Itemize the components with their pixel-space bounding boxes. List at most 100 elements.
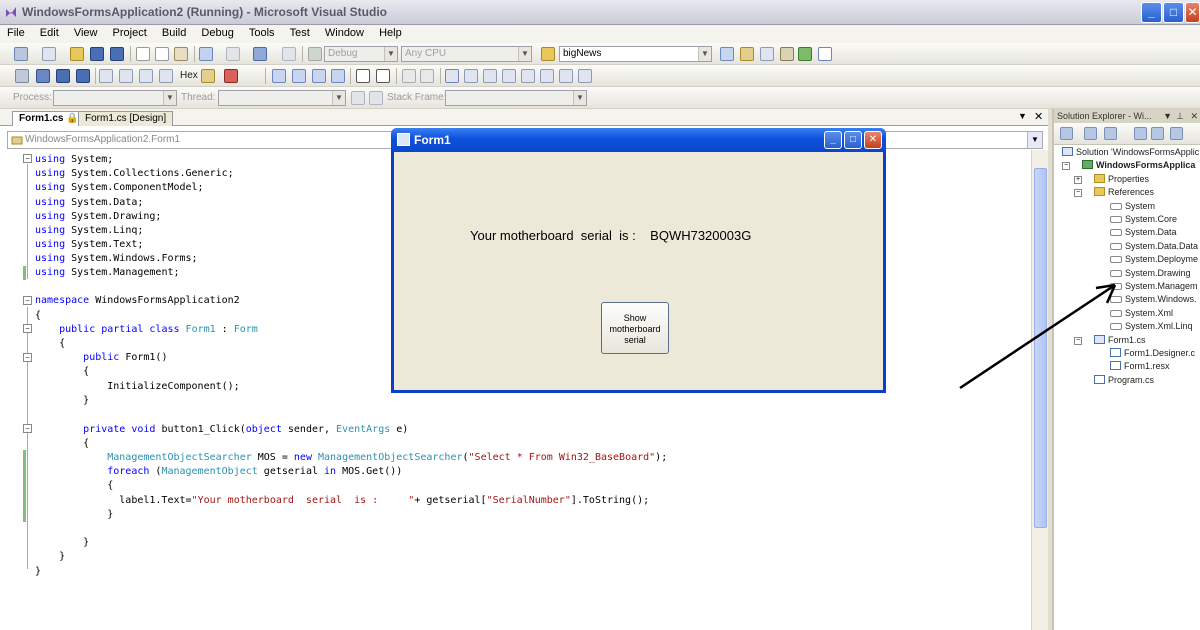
tree-item[interactable]: References [1094,187,1154,197]
code-line[interactable]: { [35,365,89,379]
tree-item[interactable]: WindowsFormsApplica [1082,160,1195,170]
collapse-icon[interactable]: − [23,324,32,333]
solution-explorer-icon[interactable] [740,47,754,61]
continue-icon[interactable] [15,69,29,83]
step-out-icon[interactable] [159,69,173,83]
code-line[interactable]: } [35,536,89,550]
collapse-icon[interactable]: − [1074,189,1082,198]
prev-bookmark-doc-icon[interactable] [540,69,554,83]
cut-icon[interactable] [136,47,150,61]
minimize-button[interactable]: _ [1141,2,1162,23]
menu-help[interactable]: Help [372,25,407,39]
find-input[interactable]: bigNews ▼ [559,46,712,62]
save-all-icon[interactable] [110,47,124,61]
menu-project[interactable]: Project [106,25,152,39]
break-all-icon[interactable] [36,69,50,83]
tree-item[interactable]: System.Deployme [1110,254,1198,264]
copy-icon[interactable] [155,47,169,61]
properties-window-icon[interactable] [760,47,774,61]
start-debugging-icon[interactable] [308,47,322,61]
tree-item[interactable]: Solution 'WindowsFormsApplic [1062,147,1199,157]
breakpoints-icon[interactable] [201,69,215,83]
menu-window[interactable]: Window [318,25,369,39]
tree-item[interactable]: System [1110,201,1155,211]
tree-item[interactable]: System.Core [1110,214,1177,224]
outdent-icon[interactable] [376,69,390,83]
find-icon[interactable] [720,47,734,61]
restart-icon[interactable] [76,69,90,83]
refresh-icon[interactable] [1104,127,1117,140]
save-icon[interactable] [90,47,104,61]
view-designer-icon[interactable] [1151,127,1164,140]
class-diagram-icon[interactable] [1170,127,1183,140]
tab-dropdown-icon[interactable]: ▼ [1018,111,1027,121]
code-line[interactable]: } [35,508,113,522]
code-line[interactable]: } [35,394,89,408]
navigate-backward-icon[interactable] [253,47,267,61]
properties-icon[interactable] [1060,127,1073,140]
code-line[interactable]: using System.Linq; [35,224,143,238]
redo-icon[interactable] [226,47,240,61]
view-code-icon[interactable] [1134,127,1147,140]
add-item-icon[interactable] [42,47,56,61]
step-over-icon[interactable] [139,69,153,83]
menu-build[interactable]: Build [155,25,191,39]
tree-item[interactable]: Properties [1094,173,1149,184]
bookmark-icon[interactable] [445,69,459,83]
prev-bookmark-icon[interactable] [464,69,478,83]
code-line[interactable]: { [35,479,113,493]
collapse-icon[interactable]: − [23,424,32,433]
code-line[interactable]: { [35,337,65,351]
code-line[interactable]: using System.Text; [35,238,143,252]
code-line[interactable]: using System.Drawing; [35,210,161,224]
menu-edit[interactable]: Edit [33,25,64,39]
collapse-icon[interactable]: − [23,353,32,362]
navigate-forward-icon[interactable] [282,47,296,61]
hex-toggle[interactable]: Hex [180,70,198,81]
menu-view[interactable]: View [67,25,103,39]
toolbox-icon[interactable] [780,47,794,61]
open-file-icon[interactable] [70,47,84,61]
code-line[interactable]: using System; [35,153,113,167]
pin-icon[interactable]: ⊥ [1176,109,1184,123]
new-project-icon[interactable] [14,47,28,61]
close-document-icon[interactable]: ✕ [1034,110,1043,123]
code-line[interactable]: public partial class Form1 : Form [35,323,258,337]
close-button[interactable]: ✕ [1185,2,1200,23]
undo-icon[interactable] [199,47,213,61]
uncomment-lines-icon[interactable] [420,69,434,83]
object-browser-icon[interactable] [798,47,812,61]
collapse-icon[interactable]: − [23,296,32,305]
process-select[interactable]: ▼ [53,90,177,106]
code-line[interactable]: } [35,565,41,579]
code-line[interactable]: using System.Collections.Generic; [35,167,234,181]
code-line[interactable]: foreach (ManagementObject getserial in M… [35,465,402,479]
form1-maximize-button[interactable]: □ [844,131,862,149]
code-line[interactable]: } [35,550,65,564]
clear-bookmarks-icon[interactable] [578,69,592,83]
code-line[interactable]: namespace WindowsFormsApplication2 [35,294,240,308]
code-line[interactable]: label1.Text="Your motherboard serial is … [35,494,649,508]
code-line[interactable]: private void button1_Click(object sender… [35,423,408,437]
show-serial-button[interactable]: Show motherboard serial [601,302,669,354]
comment-out-icon[interactable] [402,69,416,83]
show-next-statement-icon[interactable] [99,69,113,83]
tab-form1-design[interactable]: Form1.cs [Design] [78,111,174,126]
tree-item[interactable]: System.Data.Data [1110,241,1198,251]
code-line[interactable]: InitializeComponent(); [35,380,239,394]
stop-debugging-icon[interactable] [56,69,70,83]
paste-icon[interactable] [174,47,188,61]
code-line[interactable]: { [35,309,41,323]
menu-tools[interactable]: Tools [242,25,280,39]
step-into-icon[interactable] [119,69,133,83]
code-line[interactable]: using System.ComponentModel; [35,181,204,195]
form1-minimize-button[interactable]: _ [824,131,842,149]
tab-form1-cs[interactable]: Form1.cs 🔒 [12,111,86,126]
menu-test[interactable]: Test [283,25,315,39]
expand-icon[interactable]: + [1074,175,1082,184]
uncomment-icon[interactable] [292,69,306,83]
increase-indent-icon[interactable] [331,69,345,83]
windows-icon[interactable] [224,69,238,83]
thread-select[interactable]: ▼ [218,90,346,106]
code-line[interactable]: public Form1() [35,351,167,365]
